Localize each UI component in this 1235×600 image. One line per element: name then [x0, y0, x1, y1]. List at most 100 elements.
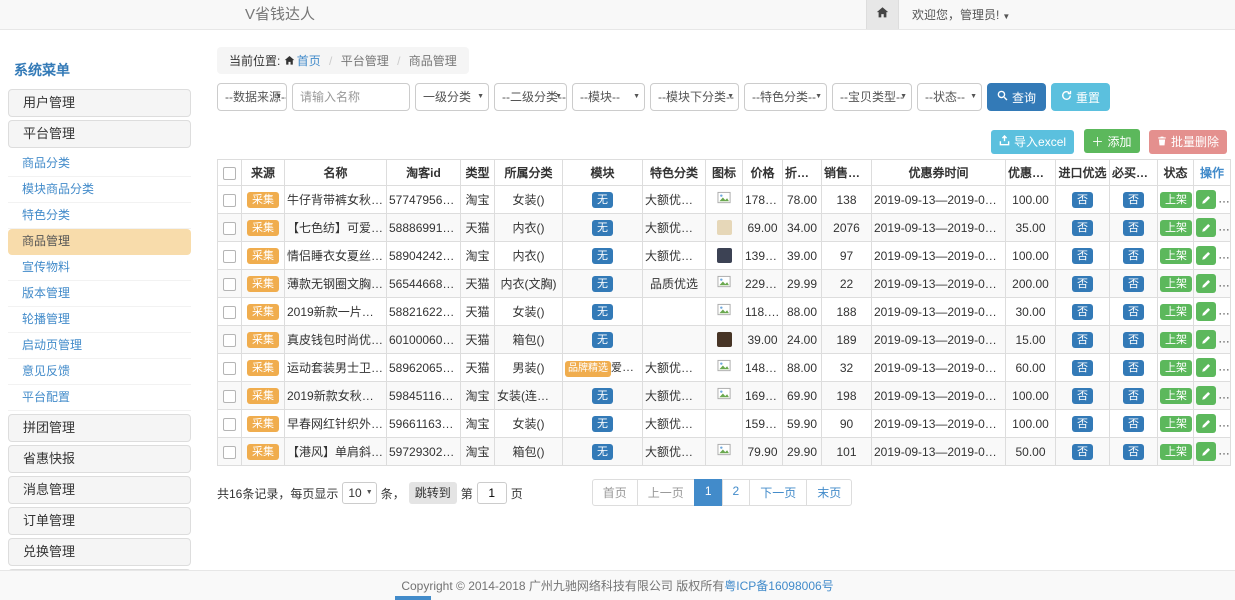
search-button[interactable]: 查询 — [987, 83, 1046, 111]
feature-cell: 大额优惠券 — [643, 214, 706, 242]
row-checkbox[interactable] — [223, 250, 236, 263]
add-button[interactable]: ＋添加 — [1084, 129, 1140, 153]
status-toggle[interactable]: 上架 — [1160, 388, 1192, 404]
sidebar-group-express[interactable]: 省惠快报 — [8, 445, 191, 473]
import-select-toggle[interactable]: 否 — [1072, 192, 1093, 208]
must-buy-toggle[interactable]: 否 — [1123, 248, 1144, 264]
status-toggle[interactable]: 上架 — [1160, 360, 1192, 376]
must-buy-toggle[interactable]: 否 — [1123, 332, 1144, 348]
table-row: 采集2019新款女秋薄款...598451162391淘宝女装(连衣裙)无大额优… — [218, 382, 1231, 410]
page-size-select[interactable]: 10▼ — [342, 482, 376, 504]
edit-button[interactable] — [1196, 358, 1216, 377]
row-checkbox[interactable] — [223, 446, 236, 459]
sidebar-item-feedback[interactable]: 意见反馈 — [8, 359, 191, 385]
pager-page-1[interactable]: 1 — [694, 479, 723, 506]
breadcrumb-home-link[interactable]: 首页 — [297, 54, 321, 68]
edit-button[interactable] — [1196, 218, 1216, 237]
must-buy-cell: 否 — [1110, 242, 1158, 270]
module-subcategory-select[interactable]: --模块下分类--▼ — [650, 83, 739, 111]
edit-button[interactable] — [1196, 302, 1216, 321]
row-checkbox[interactable] — [223, 306, 236, 319]
import-select-toggle[interactable]: 否 — [1072, 248, 1093, 264]
must-buy-toggle[interactable]: 否 — [1123, 416, 1144, 432]
sidebar-item-promo-material[interactable]: 宣传物料 — [8, 255, 191, 281]
edit-button[interactable] — [1196, 246, 1216, 265]
must-buy-toggle[interactable]: 否 — [1123, 192, 1144, 208]
import-select-toggle[interactable]: 否 — [1072, 444, 1093, 460]
import-select-toggle[interactable]: 否 — [1072, 360, 1093, 376]
edit-button[interactable] — [1196, 274, 1216, 293]
status-toggle[interactable]: 上架 — [1160, 276, 1192, 292]
level1-category-select[interactable]: 一级分类▼ — [415, 83, 489, 111]
reset-button[interactable]: 重置 — [1051, 83, 1110, 111]
row-checkbox[interactable] — [223, 222, 236, 235]
import-select-toggle[interactable]: 否 — [1072, 416, 1093, 432]
edit-button[interactable] — [1196, 330, 1216, 349]
name-search-input[interactable] — [292, 83, 410, 111]
sidebar-item-goods-category[interactable]: 商品分类 — [8, 151, 191, 177]
data-source-select[interactable]: --数据来源--▼ — [217, 83, 287, 111]
must-buy-toggle[interactable]: 否 — [1123, 444, 1144, 460]
sidebar-group-messages[interactable]: 消息管理 — [8, 476, 191, 504]
must-buy-toggle[interactable]: 否 — [1123, 360, 1144, 376]
icp-link[interactable]: 粤ICP备16098006号 — [724, 579, 833, 593]
pager-next[interactable]: 下一页 — [749, 479, 807, 506]
must-buy-toggle[interactable]: 否 — [1123, 276, 1144, 292]
must-buy-toggle[interactable]: 否 — [1123, 220, 1144, 236]
sidebar-item-feature-category[interactable]: 特色分类 — [8, 203, 191, 229]
status-toggle[interactable]: 上架 — [1160, 416, 1192, 432]
edit-button[interactable] — [1196, 414, 1216, 433]
pager-page-2[interactable]: 2 — [722, 479, 751, 506]
import-select-toggle[interactable]: 否 — [1072, 276, 1093, 292]
status-toggle[interactable]: 上架 — [1160, 248, 1192, 264]
sidebar-group-users[interactable]: 用户管理 — [8, 89, 191, 117]
sidebar-item-goods-management[interactable]: 商品管理 — [8, 229, 191, 255]
status-select[interactable]: --状态--▼ — [917, 83, 982, 111]
sidebar-item-splash-management[interactable]: 启动页管理 — [8, 333, 191, 359]
import-select-toggle[interactable]: 否 — [1072, 220, 1093, 236]
import-select-toggle[interactable]: 否 — [1072, 304, 1093, 320]
user-menu[interactable]: 欢迎您，管理员!▼ — [912, 0, 1010, 32]
row-checkbox[interactable] — [223, 194, 236, 207]
horizontal-scrollbar-thumb[interactable] — [395, 596, 431, 600]
sidebar-group-exchange[interactable]: 兑换管理 — [8, 538, 191, 566]
search-icon — [997, 90, 1008, 104]
row-checkbox[interactable] — [223, 418, 236, 431]
sidebar-item-platform-config[interactable]: 平台配置 — [8, 385, 191, 411]
jump-page-input[interactable] — [477, 482, 507, 504]
status-toggle[interactable]: 上架 — [1160, 192, 1192, 208]
status-toggle[interactable]: 上架 — [1160, 304, 1192, 320]
sidebar-item-version-management[interactable]: 版本管理 — [8, 281, 191, 307]
import-select-toggle[interactable]: 否 — [1072, 388, 1093, 404]
import-select-toggle[interactable]: 否 — [1072, 332, 1093, 348]
sidebar-item-module-goods-category[interactable]: 模块商品分类 — [8, 177, 191, 203]
edit-button[interactable] — [1196, 190, 1216, 209]
row-checkbox[interactable] — [223, 362, 236, 375]
sidebar-item-carousel-management[interactable]: 轮播管理 — [8, 307, 191, 333]
feature-cell: 大额优惠券 — [643, 242, 706, 270]
jump-button[interactable]: 跳转到 — [409, 482, 457, 504]
row-checkbox[interactable] — [223, 278, 236, 291]
status-toggle[interactable]: 上架 — [1160, 332, 1192, 348]
must-buy-toggle[interactable]: 否 — [1123, 388, 1144, 404]
row-checkbox[interactable] — [223, 334, 236, 347]
item-type-select[interactable]: --宝贝类型--▼ — [832, 83, 912, 111]
select-all-checkbox[interactable] — [223, 167, 236, 180]
home-button[interactable] — [866, 0, 899, 29]
level2-category-select[interactable]: --二级分类--▼ — [494, 83, 567, 111]
sidebar-group-orders[interactable]: 订单管理 — [8, 507, 191, 535]
import-excel-button[interactable]: 导入excel — [991, 130, 1074, 154]
batch-delete-button[interactable]: 批量删除 — [1149, 130, 1227, 154]
status-toggle[interactable]: 上架 — [1160, 444, 1192, 460]
must-buy-toggle[interactable]: 否 — [1123, 304, 1144, 320]
feature-category-select[interactable]: --特色分类--▼ — [744, 83, 827, 111]
edit-button[interactable] — [1196, 442, 1216, 461]
sidebar-group-groupbuy[interactable]: 拼团管理 — [8, 414, 191, 442]
status-toggle[interactable]: 上架 — [1160, 220, 1192, 236]
sidebar-group-platform[interactable]: 平台管理 — [8, 120, 191, 148]
row-checkbox[interactable] — [223, 390, 236, 403]
source-badge: 采集 — [247, 276, 279, 292]
edit-button[interactable] — [1196, 386, 1216, 405]
module-select[interactable]: --模块--▼ — [572, 83, 645, 111]
pager-last[interactable]: 末页 — [806, 479, 852, 506]
